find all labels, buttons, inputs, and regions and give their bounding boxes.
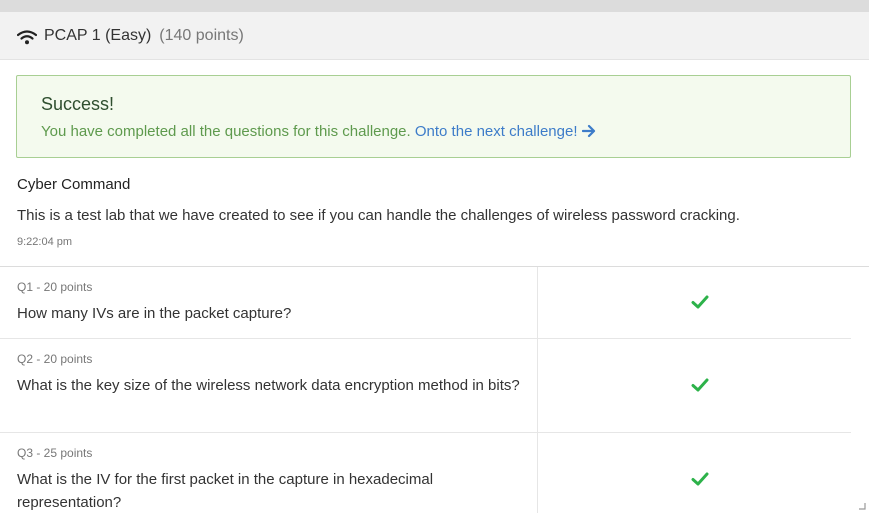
check-icon: [691, 472, 709, 486]
resize-grip-icon[interactable]: [858, 502, 866, 510]
check-icon: [691, 295, 709, 309]
wifi-icon: [17, 29, 37, 44]
question-text: What is the key size of the wireless net…: [17, 377, 520, 394]
question-meta: Q2 - 20 points: [17, 352, 93, 366]
question-meta: Q3 - 25 points: [17, 446, 93, 460]
challenge-time: 9:22:04 pm: [17, 236, 73, 248]
challenge-description: This is a test lab that we have created …: [17, 207, 740, 224]
challenge-points: (140 points): [159, 26, 244, 44]
question-info: Q1 - 20 points How many IVs are in the p…: [0, 267, 538, 338]
question-text: How many IVs are in the packet capture?: [17, 305, 292, 322]
question-status: [538, 267, 851, 338]
challenge-header: PCAP 1 (Easy) (140 points): [0, 12, 869, 60]
alert-title: Success!: [41, 94, 115, 114]
success-alert: Success! You have completed all the ques…: [16, 75, 851, 158]
alert-text: You have completed all the questions for…: [41, 123, 411, 140]
top-strip: [0, 0, 869, 12]
challenge-title: PCAP 1 (Easy): [44, 26, 152, 44]
next-challenge-link[interactable]: Onto the next challenge!: [415, 123, 596, 140]
question-status: [538, 339, 851, 432]
question-meta: Q1 - 20 points: [17, 280, 93, 294]
question-text: What is the IV for the first packet in t…: [17, 471, 434, 511]
question-info: Q3 - 25 points What is the IV for the fi…: [0, 433, 538, 513]
alert-message: You have completed all the questions for…: [41, 123, 826, 140]
arrow-right-icon[interactable]: [581, 124, 596, 138]
check-icon: [691, 378, 709, 392]
question-row[interactable]: Q3 - 25 points What is the IV for the fi…: [0, 433, 851, 513]
question-row[interactable]: Q1 - 20 points How many IVs are in the p…: [0, 267, 851, 339]
challenge-page: PCAP 1 (Easy) (140 points) Success! You …: [0, 0, 869, 513]
question-info: Q2 - 20 points What is the key size of t…: [0, 339, 538, 432]
question-row[interactable]: Q2 - 20 points What is the key size of t…: [0, 339, 851, 433]
question-status: [538, 433, 851, 513]
next-challenge-label[interactable]: Onto the next challenge!: [415, 123, 578, 140]
challenge-author: Cyber Command: [17, 176, 131, 193]
